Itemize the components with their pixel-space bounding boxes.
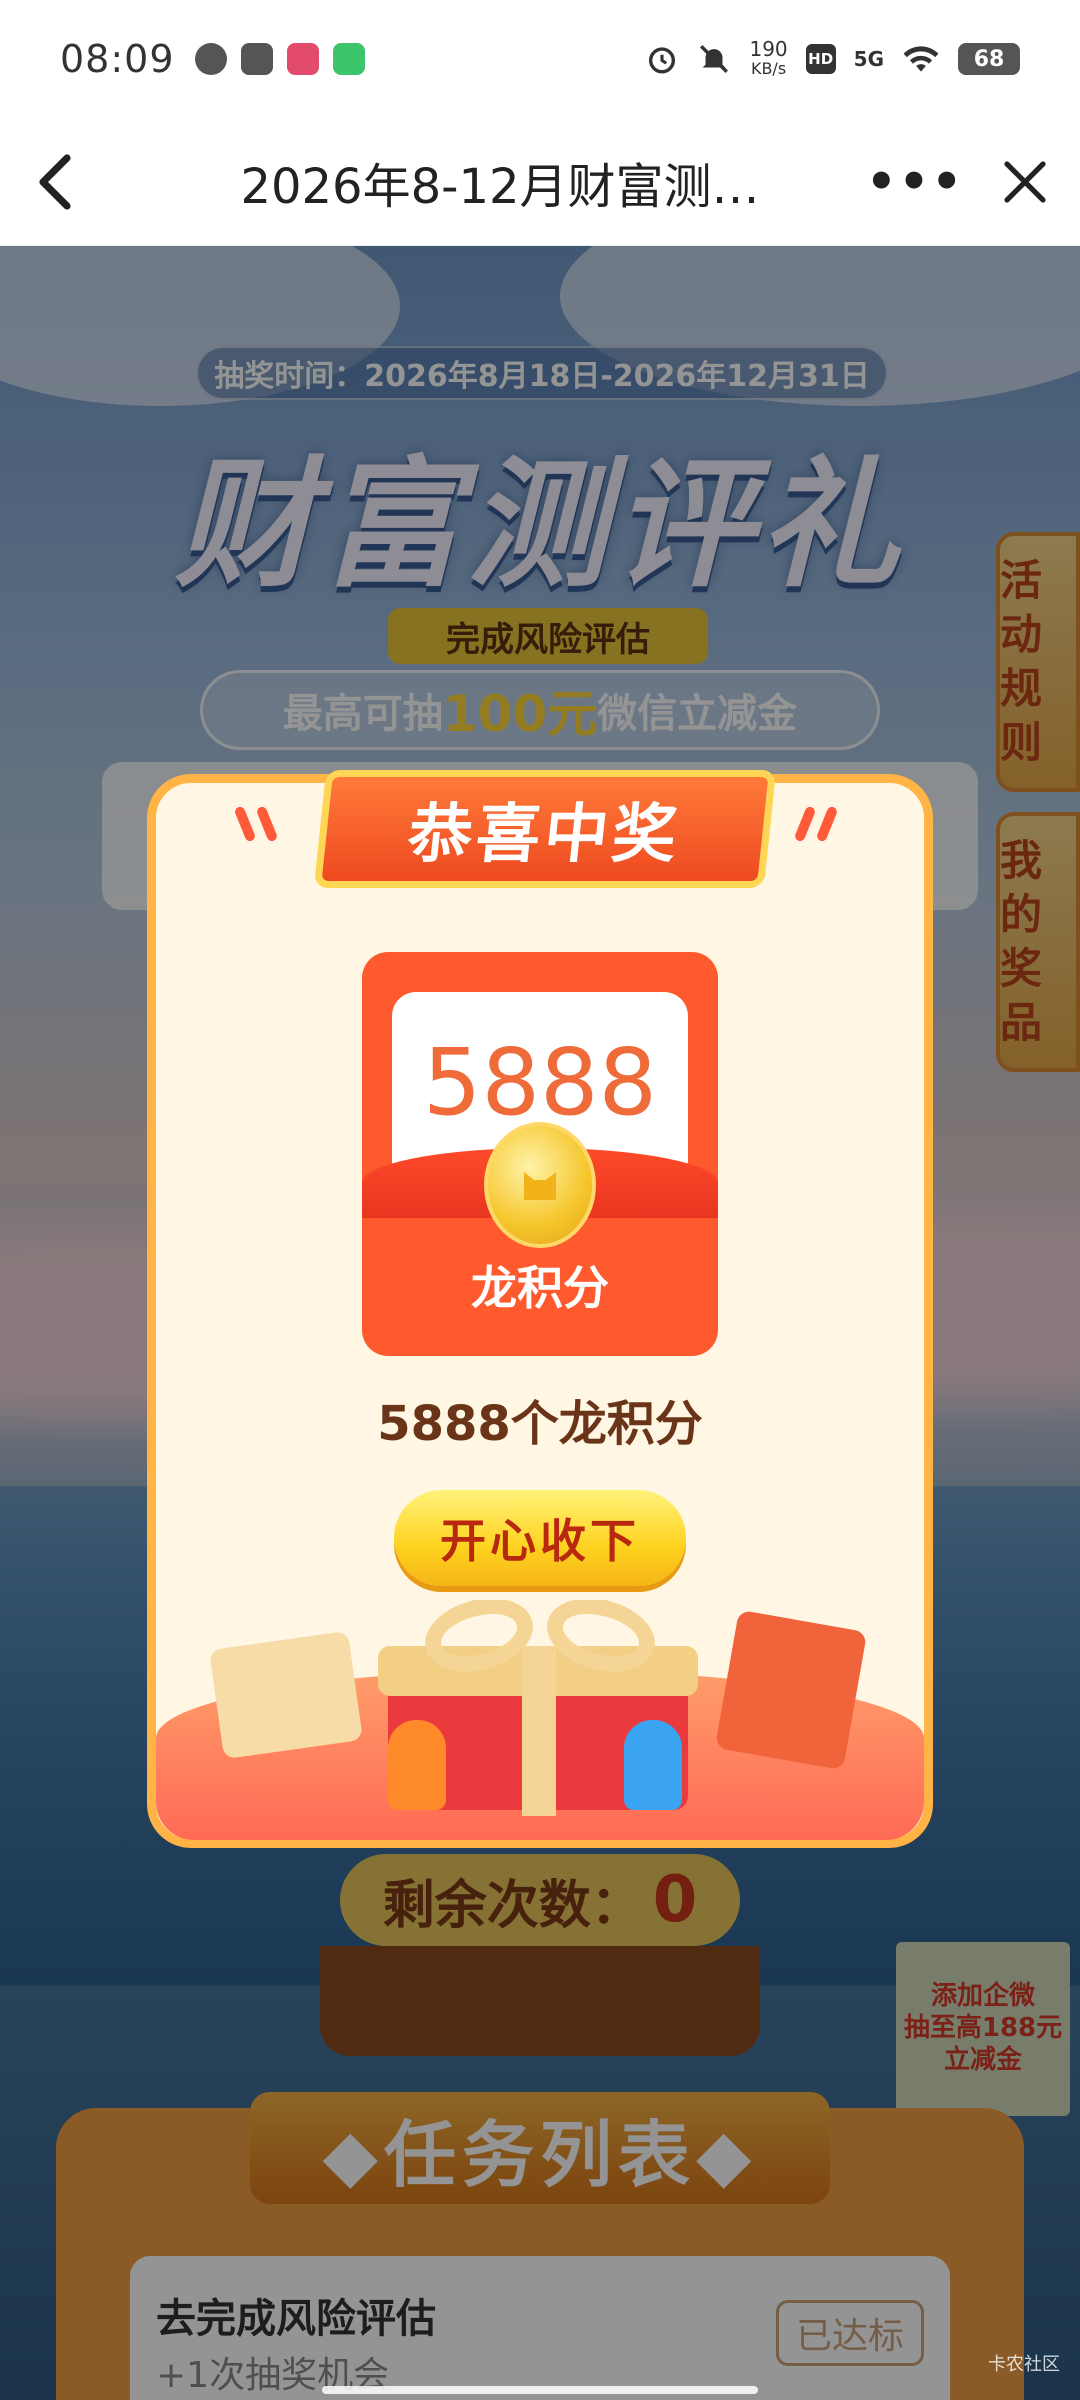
notification-icons [194, 43, 365, 75]
coin-icon [484, 1122, 596, 1248]
page-title: 2026年8-12月财富测… [240, 158, 760, 215]
red-envelope: 5888 龙积分 [362, 952, 718, 1356]
wifi-icon [903, 46, 939, 72]
status-bar: 08:09 190 KB/s HD 5G 68 [0, 0, 1080, 118]
modal-title: 恭喜中奖 [313, 770, 777, 888]
video-app-icon [332, 43, 365, 75]
net-speed-unit: KB/s [750, 59, 787, 78]
cat-icon [524, 1172, 556, 1200]
watermark: 卡农社区 [988, 2354, 1060, 2375]
red-packet-decoration [714, 1609, 868, 1771]
gift-ribbon [522, 1646, 556, 1816]
battery-indicator: 68 [958, 43, 1020, 75]
back-arrow-icon [39, 153, 71, 210]
signal-5g-icon: 5G [853, 47, 884, 71]
nav-bar: 2026年8-12月财富测… ••• [0, 118, 1080, 246]
envelope-label: 龙积分 [471, 1261, 609, 1315]
girl-figure [388, 1720, 446, 1810]
boy-figure [624, 1720, 682, 1810]
mute-icon [700, 45, 729, 73]
home-indicator[interactable] [322, 2386, 758, 2394]
back-button[interactable] [0, 118, 110, 245]
network-speed: 190 KB/s [749, 39, 787, 79]
hd-badge: HD [805, 44, 836, 74]
app-notification-icon [286, 43, 319, 75]
status-time: 08:09 [60, 37, 175, 81]
gift-illustration [156, 1600, 924, 1840]
close-icon [1004, 160, 1046, 203]
more-options-button[interactable]: ••• [860, 118, 970, 245]
status-indicators: 190 KB/s HD 5G 68 [645, 39, 1020, 79]
net-speed-value: 190 [749, 37, 788, 61]
ticket-decoration [209, 1630, 363, 1760]
accept-prize-button[interactable]: 开心收下 [394, 1490, 686, 1586]
close-button[interactable] [970, 118, 1080, 245]
wechat-icon [194, 43, 227, 75]
bus-card-icon [240, 43, 273, 75]
prize-description: 5888个龙积分 [377, 1396, 703, 1452]
alarm-icon [649, 47, 676, 74]
